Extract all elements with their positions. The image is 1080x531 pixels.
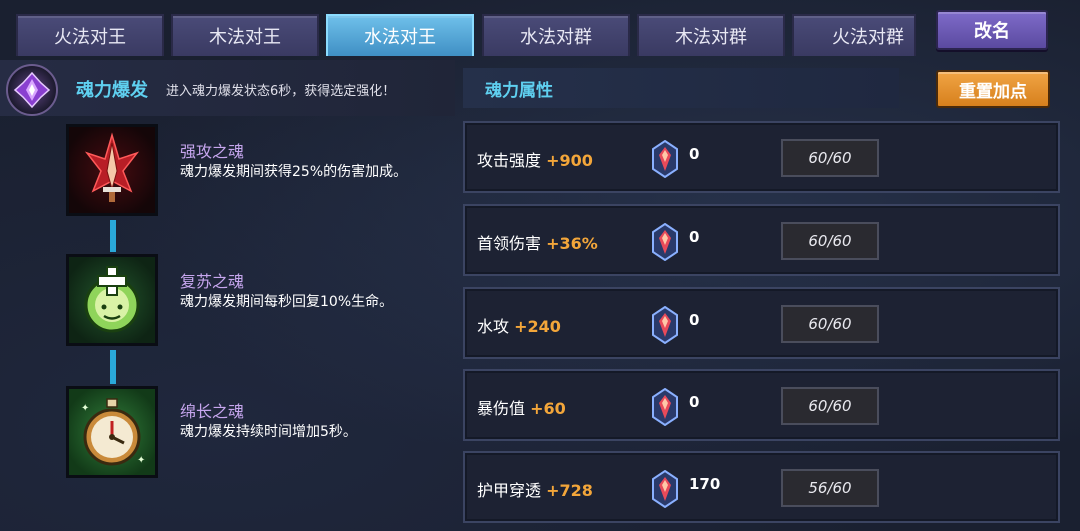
gem-count: 0	[689, 145, 700, 163]
burst-description: 进入魂力爆发状态6秒，获得选定强化！	[166, 84, 396, 99]
attribute-row: 首领伤害 +36% 0 60/60	[463, 204, 1060, 276]
stopwatch-icon[interactable]: ✦ ✦	[66, 386, 158, 478]
gem-count: 0	[689, 228, 700, 246]
burst-header: 魂力爆发 进入魂力爆发状态6秒，获得选定强化！	[0, 60, 455, 116]
attribute-name: 暴伤值	[477, 399, 526, 418]
attributes-title: 魂力属性	[485, 81, 553, 101]
soul-desc-strong-attack: 魂力爆发期间获得25%的伤害加成。	[180, 164, 408, 180]
attribute-bonus: +728	[546, 481, 593, 500]
attributes-header: 魂力属性	[463, 68, 899, 108]
soul-connector	[110, 350, 116, 384]
reset-points-button[interactable]: 重置加点	[936, 70, 1050, 108]
attribute-row: 攻击强度 +900 0 60/60	[463, 121, 1060, 193]
attribute-bonus: +36%	[546, 234, 598, 253]
tab-water-vs-group[interactable]: 水法对群	[482, 14, 630, 56]
burst-title: 魂力爆发	[76, 80, 148, 101]
attribute-name: 水攻	[477, 317, 510, 336]
soul-gem-icon	[651, 139, 679, 179]
tab-water-vs-boss[interactable]: 水法对王	[326, 14, 474, 56]
red-sword-icon[interactable]	[66, 124, 158, 216]
points-allocation[interactable]: 60/60	[781, 305, 879, 343]
gem-count: 0	[689, 311, 700, 329]
points-allocation[interactable]: 60/60	[781, 139, 879, 177]
tab-fire-vs-group[interactable]: 火法对群	[792, 14, 916, 56]
points-allocation[interactable]: 60/60	[781, 387, 879, 425]
attribute-row: 暴伤值 +60 0 60/60	[463, 369, 1060, 441]
soul-desc-longevity: 魂力爆发持续时间增加5秒。	[180, 424, 357, 440]
attribute-name: 护甲穿透	[477, 481, 542, 500]
points-allocation[interactable]: 60/60	[781, 222, 879, 260]
soul-gem-icon	[651, 387, 679, 427]
tab-wood-vs-boss[interactable]: 木法对王	[171, 14, 319, 56]
attribute-name: 攻击强度	[477, 151, 542, 170]
soul-burst-panel: 魂力爆发 进入魂力爆发状态6秒，获得选定强化！ 强攻之魂 魂力爆发期间获得25%…	[0, 60, 455, 531]
tab-wood-vs-group[interactable]: 木法对群	[637, 14, 785, 56]
purple-crystal-icon	[6, 64, 58, 116]
loadout-tabs: 火法对王 木法对王 水法对王 水法对群 木法对群 火法对群	[0, 0, 1080, 60]
soul-gem-icon	[651, 305, 679, 345]
attribute-name: 首领伤害	[477, 234, 542, 253]
gem-count: 170	[689, 475, 721, 493]
soul-connector	[110, 220, 116, 252]
points-allocation[interactable]: 56/60	[781, 469, 879, 507]
soul-name-longevity: 绵长之魂	[180, 402, 245, 421]
soul-name-strong-attack: 强攻之魂	[180, 142, 245, 161]
attribute-bonus: +900	[546, 151, 593, 170]
rename-button[interactable]: 改名	[936, 10, 1048, 50]
svg-text:✦: ✦	[137, 455, 145, 466]
soul-gem-icon	[651, 469, 679, 509]
green-heal-icon[interactable]	[66, 254, 158, 346]
attribute-bonus: +240	[514, 317, 561, 336]
tab-fire-vs-boss[interactable]: 火法对王	[16, 14, 164, 56]
svg-text:✦: ✦	[81, 403, 89, 414]
soul-name-revival: 复苏之魂	[180, 272, 245, 291]
gem-count: 0	[689, 393, 700, 411]
attribute-row: 护甲穿透 +728 170 56/60	[463, 451, 1060, 523]
attribute-row: 水攻 +240 0 60/60	[463, 287, 1060, 359]
attribute-bonus: +60	[530, 399, 566, 418]
soul-desc-revival: 魂力爆发期间每秒回复10%生命。	[180, 294, 394, 310]
soul-gem-icon	[651, 222, 679, 262]
